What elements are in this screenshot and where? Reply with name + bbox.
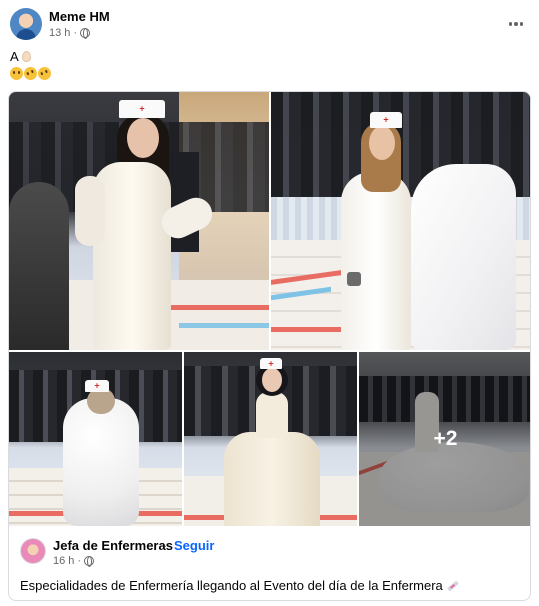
shared-post-footer: Jefa de Enfermeras · Seguir 16 h · Espec… [9,528,530,600]
more-photos-overlay[interactable]: +2 [359,352,530,526]
shared-post-card[interactable]: +2 Jefa de Enfermeras · Seguir 16 h · Es… [8,91,531,601]
ivory-gown [224,432,320,526]
meta-dot: · [73,27,78,39]
author-name[interactable]: Meme HM [49,9,110,24]
separator-dot: · [163,538,168,553]
feather-cape [411,164,516,350]
photo-1[interactable] [9,92,269,350]
photo-3[interactable] [9,352,182,526]
page-name[interactable]: Jefa de Enfermeras [53,538,173,553]
person-silhouette [9,182,69,350]
meta-dot: · [77,555,82,567]
rofl-emoji-icon [35,64,54,83]
egg-emoji-icon [21,51,31,62]
post-meta: 13 h · [49,27,91,39]
clutch-bag [347,272,361,286]
globe-icon [80,28,91,39]
more-options-icon [508,22,513,26]
syringe-emoji-icon [446,580,459,592]
rofl-emoji-icon [21,64,40,83]
shared-post-text-content: Especialidades de Enfermería llegando al… [20,578,443,593]
post-emoji-row [10,64,54,83]
post-text: A [10,49,31,65]
shared-post-meta: 16 h · [53,555,95,567]
author-avatar[interactable] [10,8,42,40]
nurse-cap [85,380,109,392]
fluffy-white-coat [63,398,139,526]
nurse-cap [370,112,402,128]
astonished-face-emoji-icon [10,67,23,80]
shared-post-text: Especialidades de Enfermería llegando al… [20,578,459,593]
post-time[interactable]: 13 h [49,27,70,39]
photo-4[interactable] [184,352,357,526]
more-photos-count: +2 [433,427,458,450]
facebook-post: Meme HM 13 h · A + + + + +2 Jefa de Enfe… [0,0,539,606]
photo-5[interactable]: +2 [359,352,530,526]
more-options-button[interactable] [506,16,526,32]
shared-post-time[interactable]: 16 h [53,555,74,567]
nurse-cap [119,100,165,118]
post-header: Meme HM 13 h · [10,8,530,44]
nurse-cap [260,358,282,369]
follow-button[interactable]: Seguir [174,538,214,553]
page-avatar[interactable] [20,538,46,564]
globe-icon [84,556,95,567]
white-dress [341,172,411,350]
post-text-content: A [10,49,19,64]
photo-2[interactable] [271,92,530,350]
